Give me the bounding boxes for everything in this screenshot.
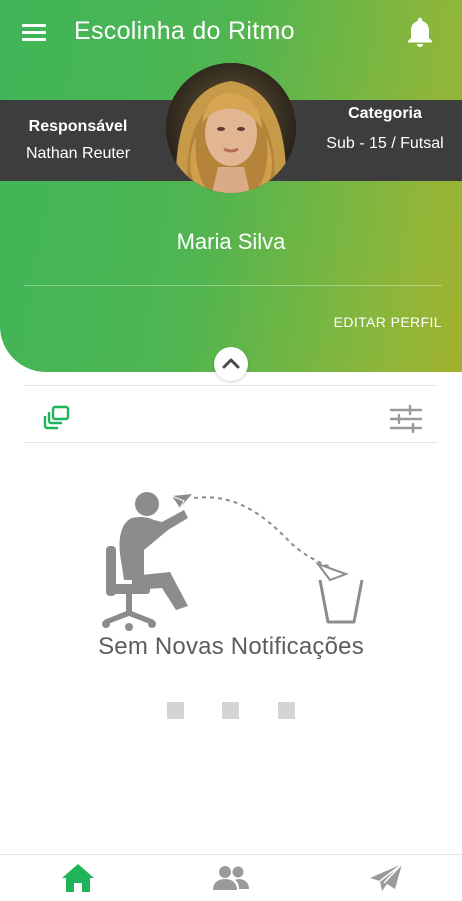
divider (24, 385, 438, 386)
app-title: Escolinha do Ritmo (74, 17, 295, 45)
responsible-label: Responsável (28, 118, 128, 135)
responsible-name: Nathan Reuter (25, 145, 131, 162)
avatar[interactable] (166, 63, 296, 193)
send-icon[interactable] (366, 861, 406, 895)
bell-icon[interactable] (402, 14, 438, 50)
stacked-cards-icon[interactable] (43, 405, 71, 431)
edit-profile-button[interactable]: EDITAR PERFIL (300, 314, 442, 330)
category-label: Categoria (348, 105, 422, 122)
divider (24, 285, 442, 286)
page-indicator-dot[interactable] (278, 702, 295, 719)
avatar-photo (166, 63, 296, 193)
hamburger-menu-icon[interactable] (22, 22, 48, 44)
sliders-icon[interactable] (388, 403, 424, 435)
bottom-navigation (0, 854, 462, 901)
page-indicator-dot[interactable] (222, 702, 239, 719)
category-value: Sub - 15 / Futsal (326, 135, 444, 152)
empty-notifications-illustration (102, 492, 364, 631)
empty-state-message: Sem Novas Notificações (98, 633, 364, 660)
page-indicator-dot[interactable] (167, 702, 184, 719)
people-icon[interactable] (211, 861, 251, 895)
profile-header: Escolinha do Ritmo Responsável Nathan Re… (0, 0, 462, 372)
home-icon[interactable] (58, 861, 98, 895)
divider (24, 442, 438, 443)
user-name: Maria Silva (176, 229, 286, 254)
collapse-header-button[interactable] (214, 347, 248, 381)
chevron-up-icon (222, 358, 240, 369)
